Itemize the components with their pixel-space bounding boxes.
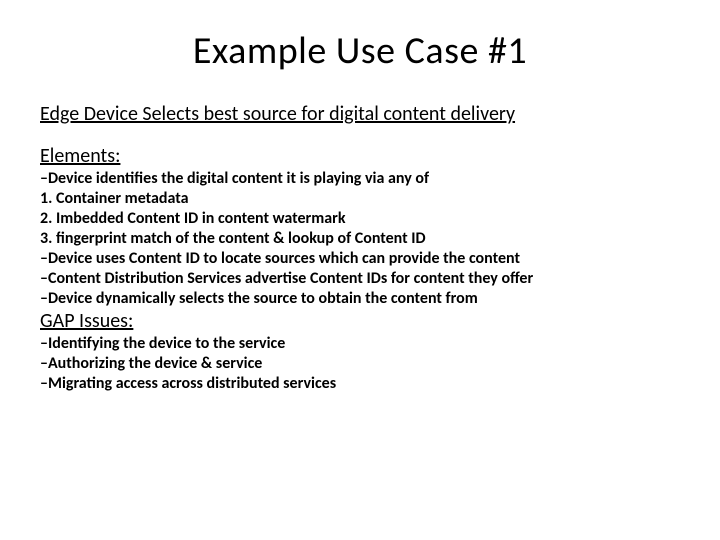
elements-line: –Content Distribution Services advertise… bbox=[40, 269, 680, 289]
slide-title: Example Use Case #1 bbox=[40, 28, 680, 74]
elements-heading: Elements: bbox=[40, 144, 680, 169]
slide: Example Use Case #1 Edge Device Selects … bbox=[0, 0, 720, 540]
gap-heading: GAP Issues: bbox=[40, 309, 680, 334]
gap-line: –Authorizing the device & service bbox=[40, 354, 680, 374]
elements-line: –Device identifies the digital content i… bbox=[40, 169, 680, 189]
elements-line: 3. fingerprint match of the content & lo… bbox=[40, 229, 680, 249]
elements-line: –Device uses Content ID to locate source… bbox=[40, 249, 680, 269]
elements-line: 1. Container metadata bbox=[40, 189, 680, 209]
elements-line: 2. Imbedded Content ID in content waterm… bbox=[40, 209, 680, 229]
gap-line: –Migrating access across distributed ser… bbox=[40, 374, 680, 394]
slide-subtitle: Edge Device Selects best source for digi… bbox=[40, 102, 680, 126]
elements-line: –Device dynamically selects the source t… bbox=[40, 289, 680, 309]
gap-line: –Identifying the device to the service bbox=[40, 334, 680, 354]
